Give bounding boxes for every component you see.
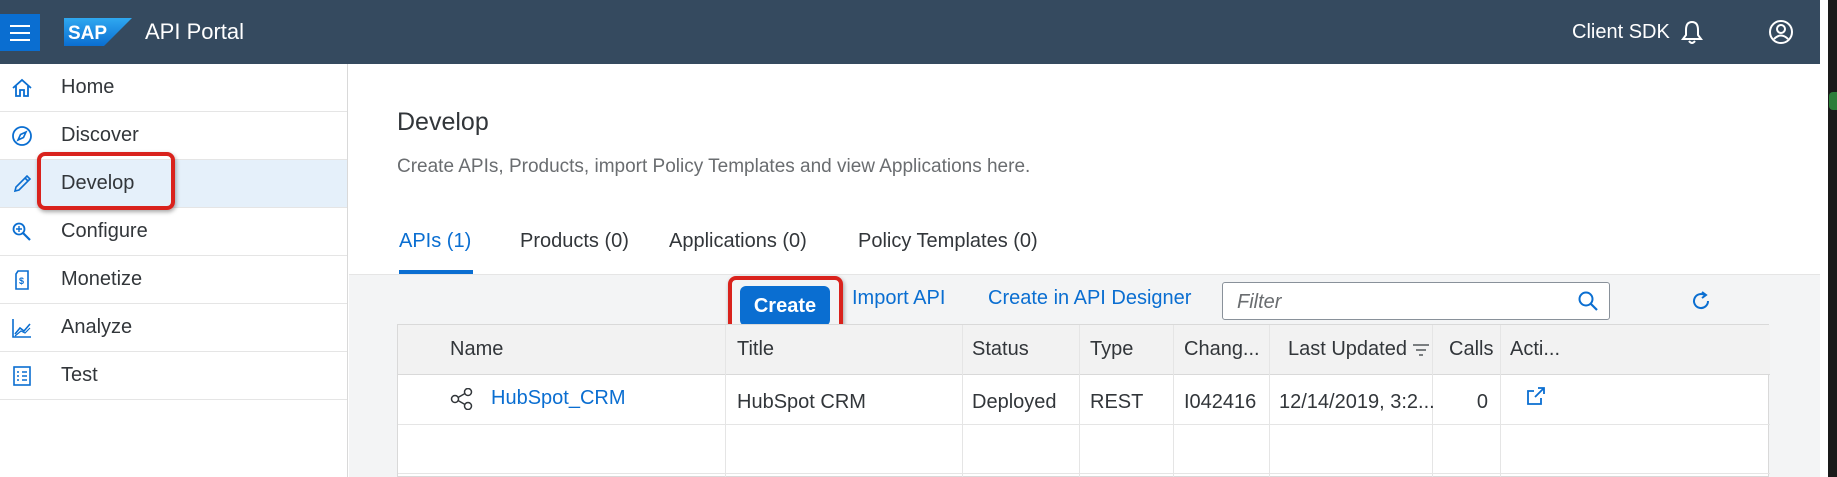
sidebar-item-label: Configure [61,220,148,242]
sidebar-item-label: Test [61,364,98,386]
tab-apis[interactable]: APIs (1) [399,230,471,253]
column-header-type[interactable]: Type [1090,338,1133,361]
apis-table: Name Title Status Type Chang... Last Upd… [397,324,1770,477]
api-changed-by: I042416 [1184,391,1257,413]
column-header-status[interactable]: Status [972,338,1029,361]
column-header-calls[interactable]: Calls [1449,338,1493,361]
menu-button[interactable] [0,14,40,51]
shell-bar: SAP API Portal Client SDK [0,0,1837,64]
sidebar-item-test[interactable]: Test [0,352,347,400]
api-last-updated: 12/14/2019, 3:2... [1279,391,1435,413]
api-title: HubSpot CRM [737,391,866,413]
tab-applications[interactable]: Applications (0) [669,230,807,253]
table-row[interactable]: HubSpot_CRM HubSpot CRM Deployed REST I0… [398,375,1770,425]
tab-products[interactable]: Products (0) [520,230,629,253]
column-header-changed-by[interactable]: Chang... [1184,338,1260,361]
sidebar-item-configure[interactable]: Configure [0,208,347,256]
bell-icon[interactable] [1678,18,1706,46]
page-description: Create APIs, Products, import Policy Tem… [397,156,1031,177]
refresh-icon[interactable] [1689,289,1713,313]
sidebar-item-monetize[interactable]: $ Monetize [0,256,347,304]
configure-icon [12,222,31,241]
tab-policy-templates[interactable]: Policy Templates (0) [858,230,1038,253]
sidebar-item-analyze[interactable]: Analyze [0,304,347,352]
import-api-button[interactable]: Import API [852,287,945,310]
sidebar-item-label: Discover [61,124,139,146]
column-header-name[interactable]: Name [450,338,503,361]
test-checklist-icon [13,366,31,386]
analyze-chart-icon [12,319,31,338]
search-icon[interactable] [1577,290,1599,312]
table-header: Name Title Status Type Chang... Last Upd… [398,325,1770,375]
table-row-empty [398,425,1770,474]
side-navigation: Home Discover Develop Configure $ Moneti… [0,64,348,477]
share-nodes-icon [450,388,473,410]
home-icon [12,78,32,97]
column-header-actions[interactable]: Acti... [1510,338,1560,361]
column-header-last-updated[interactable]: Last Updated [1288,338,1407,361]
column-header-title[interactable]: Title [737,338,774,361]
sidebar-item-label: Monetize [61,268,143,290]
pencil-icon [13,174,32,193]
api-type: REST [1090,391,1144,413]
filter-placeholder: Filter [1237,291,1282,313]
user-name-label[interactable]: Client SDK [1572,21,1670,44]
sidebar-item-label: Home [61,76,115,98]
hamburger-icon [10,24,30,41]
api-status: Deployed [972,391,1057,413]
user-avatar-icon[interactable] [1767,18,1795,46]
sap-logo: SAP [64,18,132,46]
svg-text:$: $ [19,276,24,286]
window-edge [1820,0,1837,477]
page-title: Develop [397,108,489,136]
monetize-icon: $ [15,270,29,290]
main-content: Develop Create APIs, Products, import Po… [349,64,1820,477]
create-in-api-designer-button[interactable]: Create in API Designer [988,287,1191,310]
app-title: API Portal [145,19,245,44]
svg-text:SAP: SAP [68,23,107,44]
sort-icon[interactable] [1412,343,1430,357]
open-external-icon[interactable] [1524,384,1548,408]
filter-input[interactable]: Filter [1222,282,1610,320]
highlight-develop [37,152,175,210]
compass-icon [12,126,32,146]
api-name-link[interactable]: HubSpot_CRM [491,387,626,410]
sidebar-item-label: Analyze [61,316,133,338]
api-calls: 0 [1476,391,1488,413]
sidebar-item-home[interactable]: Home [0,64,347,112]
